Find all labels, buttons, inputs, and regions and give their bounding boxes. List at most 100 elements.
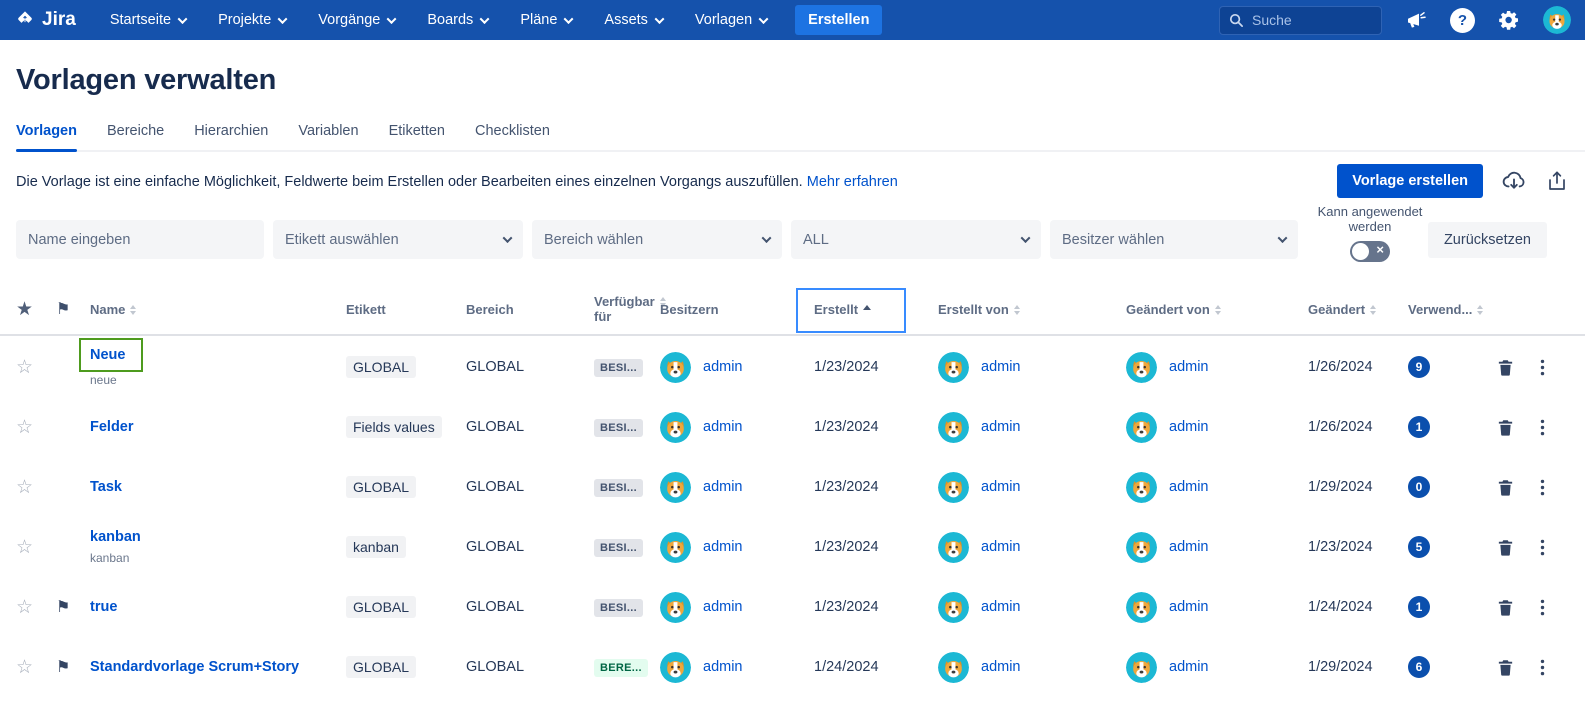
user-avatar[interactable]: [1543, 6, 1571, 34]
kebab-menu-icon[interactable]: [1533, 658, 1552, 677]
availability-chip: BESI...: [594, 539, 643, 557]
creator-link[interactable]: admin: [981, 419, 1021, 435]
owner-link[interactable]: admin: [703, 659, 743, 675]
creator-link[interactable]: admin: [981, 659, 1021, 675]
creator-link[interactable]: admin: [981, 599, 1021, 615]
column-header-name[interactable]: Name: [90, 302, 346, 317]
kebab-menu-icon[interactable]: [1533, 358, 1552, 377]
tab-hierarchien[interactable]: Hierarchien: [194, 123, 268, 150]
tab-bereiche[interactable]: Bereiche: [107, 123, 164, 150]
nav-item-boards[interactable]: Boards: [427, 12, 488, 28]
owner-avatar: [660, 352, 691, 383]
nav-create-button[interactable]: Erstellen: [795, 5, 882, 35]
favorite-toggle[interactable]: ☆: [16, 356, 56, 379]
usage-count-badge: 5: [1408, 536, 1430, 558]
page-title: Vorlagen verwalten: [16, 64, 1585, 97]
modifier-link[interactable]: admin: [1169, 659, 1209, 675]
name-filter-input[interactable]: [16, 220, 264, 259]
owner-link[interactable]: admin: [703, 419, 743, 435]
jira-logo[interactable]: Jira: [14, 9, 76, 31]
settings-button[interactable]: [1497, 8, 1521, 32]
favorite-toggle[interactable]: ☆: [16, 416, 56, 439]
nav-item-startseite[interactable]: Startseite: [110, 12, 186, 28]
template-name-link[interactable]: kanban: [90, 529, 141, 545]
search-box[interactable]: [1219, 6, 1382, 35]
owner-link[interactable]: admin: [703, 539, 743, 555]
creator-avatar: [938, 532, 969, 563]
nav-item-plaene[interactable]: Pläne: [520, 12, 572, 28]
trash-icon[interactable]: [1496, 598, 1515, 617]
template-name-link[interactable]: Neue: [79, 338, 143, 372]
modifier-link[interactable]: admin: [1169, 539, 1209, 555]
nav-item-vorgaenge[interactable]: Vorgänge: [318, 12, 395, 28]
modified-by-cell: admin: [1112, 412, 1294, 443]
modifier-link[interactable]: admin: [1169, 479, 1209, 495]
template-name-link[interactable]: Task: [90, 479, 122, 495]
column-header-geaendert[interactable]: Geändert: [1294, 302, 1394, 317]
owner-link[interactable]: admin: [703, 359, 743, 375]
dog-avatar-icon: [660, 472, 691, 503]
column-header-geaendert-von[interactable]: Geändert von: [1112, 302, 1294, 317]
favorite-toggle[interactable]: ☆: [16, 596, 56, 619]
reset-button[interactable]: Zurücksetzen: [1428, 222, 1547, 258]
column-header-etikett[interactable]: Etikett: [346, 302, 466, 317]
trash-icon[interactable]: [1496, 358, 1515, 377]
star-column-header[interactable]: ★: [16, 298, 56, 321]
can-apply-toggle[interactable]: ×: [1350, 241, 1390, 262]
kebab-menu-icon[interactable]: [1533, 478, 1552, 497]
column-header-verwendungen[interactable]: Verwend...: [1394, 302, 1468, 317]
learn-more-link[interactable]: Mehr erfahren: [807, 174, 898, 190]
create-template-button[interactable]: Vorlage erstellen: [1337, 164, 1483, 198]
trash-icon[interactable]: [1496, 658, 1515, 677]
usage-count-badge: 1: [1408, 416, 1430, 438]
trash-icon[interactable]: [1496, 418, 1515, 437]
help-button[interactable]: ?: [1450, 8, 1475, 33]
kebab-menu-icon[interactable]: [1533, 598, 1552, 617]
column-header-besitzern[interactable]: Besitzern: [660, 302, 804, 317]
nav-item-vorlagen[interactable]: Vorlagen: [695, 12, 767, 28]
tab-variablen[interactable]: Variablen: [298, 123, 358, 150]
creator-link[interactable]: admin: [981, 359, 1021, 375]
type-filter-select[interactable]: ALL: [791, 220, 1041, 259]
dog-avatar-icon: [660, 412, 691, 443]
usage-cell: 5: [1394, 536, 1468, 558]
scope-filter-value: Bereich wählen: [544, 232, 643, 248]
import-button[interactable]: [1501, 168, 1527, 194]
column-header-erstellt-von[interactable]: Erstellt von: [924, 302, 1112, 317]
owner-link[interactable]: admin: [703, 479, 743, 495]
favorite-toggle[interactable]: ☆: [16, 536, 56, 559]
scope-filter-select[interactable]: Bereich wählen: [532, 220, 782, 259]
search-input[interactable]: [1252, 12, 1367, 28]
column-header-erstellt[interactable]: Erstellt: [804, 302, 924, 317]
tab-etiketten[interactable]: Etiketten: [389, 123, 445, 150]
column-header-bereich[interactable]: Bereich: [466, 302, 594, 317]
announcements-button[interactable]: [1404, 8, 1428, 32]
owner-filter-select[interactable]: Besitzer wählen: [1050, 220, 1298, 259]
column-header-verfuegbar[interactable]: Verfügbar für: [594, 294, 652, 324]
template-name-link[interactable]: Felder: [90, 419, 134, 435]
flag-icon: ⚑: [56, 301, 70, 318]
export-button[interactable]: [1545, 169, 1569, 193]
trash-icon[interactable]: [1496, 538, 1515, 557]
flag-column-header[interactable]: ⚑: [56, 299, 90, 319]
nav-item-projekte[interactable]: Projekte: [218, 12, 286, 28]
kebab-menu-icon[interactable]: [1533, 418, 1552, 437]
tab-checklisten[interactable]: Checklisten: [475, 123, 550, 150]
trash-icon[interactable]: [1496, 478, 1515, 497]
favorite-toggle[interactable]: ☆: [16, 656, 56, 679]
nav-item-assets[interactable]: Assets: [604, 12, 663, 28]
owner-link[interactable]: admin: [703, 599, 743, 615]
label-filter-select[interactable]: Etikett auswählen: [273, 220, 523, 259]
favorite-toggle[interactable]: ☆: [16, 476, 56, 499]
modifier-link[interactable]: admin: [1169, 419, 1209, 435]
modifier-link[interactable]: admin: [1169, 599, 1209, 615]
template-name-link[interactable]: Standardvorlage Scrum+Story: [90, 659, 299, 675]
row-actions: [1468, 358, 1585, 377]
tab-vorlagen[interactable]: Vorlagen: [16, 123, 77, 150]
megaphone-icon: [1404, 8, 1428, 32]
kebab-menu-icon[interactable]: [1533, 538, 1552, 557]
creator-link[interactable]: admin: [981, 479, 1021, 495]
template-name-link[interactable]: true: [90, 599, 117, 615]
modifier-link[interactable]: admin: [1169, 359, 1209, 375]
creator-link[interactable]: admin: [981, 539, 1021, 555]
